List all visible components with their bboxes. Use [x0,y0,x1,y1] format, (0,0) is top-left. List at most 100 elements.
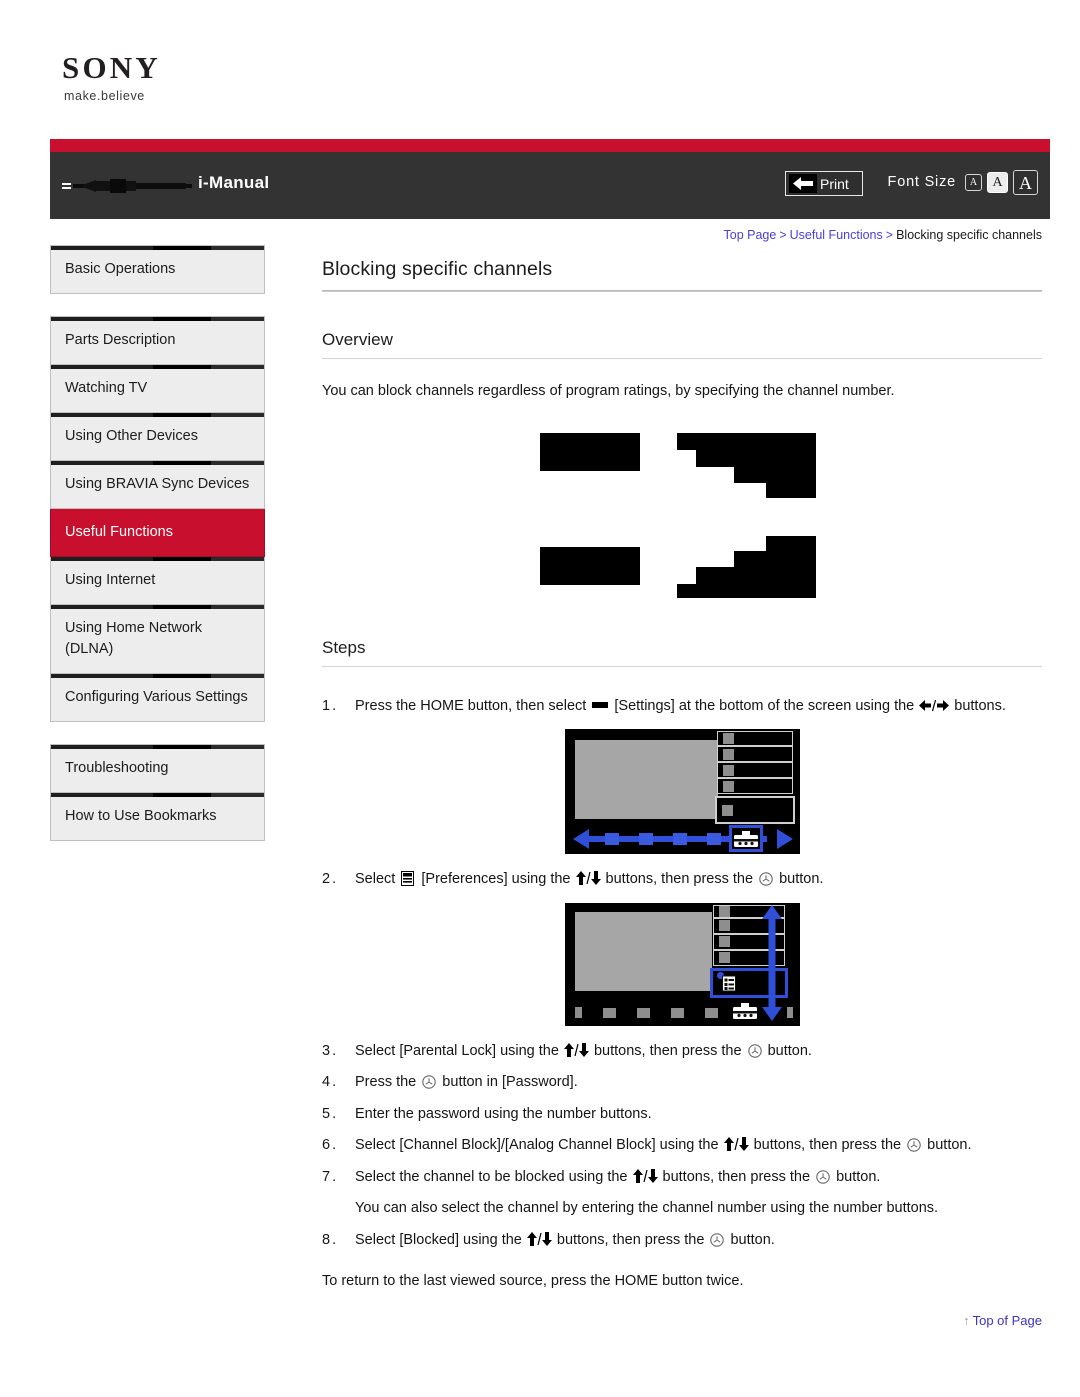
top-of-page-link[interactable]: ↑ Top of Page [963,1313,1042,1328]
print-button[interactable]: Print [785,171,863,196]
nav-cap-decoration [51,365,264,370]
sidebar-item-label: Using Internet [65,572,156,589]
redacted-block [540,546,640,585]
step-number: 1. [322,697,339,714]
step-text-fragment: [Settings] at the bottom of the screen u… [610,697,919,714]
main-content: Blocking specific channels Overview You … [322,258,1042,1289]
tv-bottom-item [670,1007,684,1018]
step-item: 3. Select [Parental Lock] using the butt… [322,1040,1042,1062]
sidebar-item-troubleshooting[interactable]: Troubleshooting [50,745,265,794]
step-number: 5. [322,1105,339,1122]
font-size-large-button[interactable]: A [1013,170,1038,195]
app-header: i-Manual Print Font Size A A A [50,152,1050,219]
tv-screen-mockup-settings [564,729,800,855]
breadcrumb-separator: > [779,228,787,242]
sidebar-item-label: Parts Description [65,332,176,349]
sidebar-item-useful-functions[interactable]: Useful Functions [50,509,265,558]
up-down-arrows-icon [723,1136,749,1152]
step-item: 2. Select [Preferences] using the button… [322,868,1042,890]
enter-button-icon [907,1137,921,1152]
sidebar-item-label: Using BRAVIA Sync Devices [65,476,250,493]
redacted-block [677,432,816,450]
app-title: i-Manual [198,173,270,192]
nav-cap-decoration [51,413,264,418]
preferences-list-icon [716,971,736,992]
nav-cap-decoration [51,605,264,610]
step-text-fragment: Select the channel to be blocked using t… [355,1168,632,1185]
sidebar-item-parts-description[interactable]: Parts Description [50,317,265,366]
up-down-arrows-icon [563,1042,589,1057]
redacted-block [540,432,640,471]
toolbox-icon [732,1002,757,1019]
sidebar-item-configuring-various-settings[interactable]: Configuring Various Settings [50,674,265,723]
step-item: 6. Select [Channel Block]/[Analog Channe… [322,1134,1042,1156]
step-text: Select [Blocked] using the buttons, then… [355,1229,1042,1251]
sidebar-item-label: Configuring Various Settings [65,689,248,706]
breadcrumb-item-useful-functions[interactable]: Useful Functions [790,228,883,242]
sidebar-item-using-internet[interactable]: Using Internet [50,557,265,606]
nav-cap-decoration [51,461,264,466]
sidebar-item-label: How to Use Bookmarks [65,808,217,825]
sony-wordmark: SONY [62,50,161,85]
tv-preview-pane [574,740,718,820]
step-text: Enter the password using the number butt… [355,1105,652,1122]
sidebar-group-2: Parts Description Watching TV Using Othe… [50,316,265,723]
enter-button-icon [816,1169,830,1184]
up-arrow-icon: ↑ [963,1313,970,1328]
closing-text: To return to the last viewed source, pre… [322,1272,744,1289]
sidebar-item-using-other-devices[interactable]: Using Other Devices [50,413,265,462]
redacted-block [734,466,816,483]
font-size-medium-button[interactable]: A [987,172,1008,193]
sidebar-item-using-home-network-dlna[interactable]: Using Home Network (DLNA) [50,605,265,675]
red-accent-bar [50,139,1050,152]
font-size-label: Font Size [887,174,956,190]
font-size-group: A A A [965,170,1038,195]
nav-cap-decoration [51,745,264,750]
print-label: Print [820,175,849,192]
sidebar-item-label: Basic Operations [65,261,176,277]
step-text-fragment: Select [355,871,400,888]
enter-button-icon [759,871,773,886]
settings-bar-icon [592,701,609,708]
tv-screen-mockup-preferences [564,902,800,1026]
sidebar-item-using-bravia-sync-devices[interactable]: Using BRAVIA Sync Devices [50,461,265,510]
sidebar-item-label: Watching TV [65,380,148,397]
step-number: 3. [322,1042,339,1059]
step-text: Select [Channel Block]/[Analog Channel B… [355,1134,1042,1156]
step-number: 7. [322,1168,339,1185]
step-text-fragment: buttons, then press the [749,1137,906,1154]
step-text-fragment: button. [923,1137,972,1154]
step-text-fragment: button. [726,1231,775,1248]
tv-bottom-item [574,1006,582,1018]
sidebar-item-how-to-use-bookmarks[interactable]: How to Use Bookmarks [50,793,265,842]
preferences-icon [401,871,415,887]
font-size-small-button[interactable]: A [965,174,982,191]
overview-illustration-redacted [322,425,1042,600]
breadcrumb-item-top-page[interactable]: Top Page [724,228,777,242]
step-text-fragment: Select [Channel Block]/[Analog Channel B… [355,1137,723,1154]
nav-cap-decoration [51,509,264,514]
step-text-fragment: button in [Password]. [438,1074,578,1091]
breadcrumb: Top Page > Useful Functions > Blocking speci… [724,228,1042,242]
breadcrumb-item-current: Blocking specific channels [896,228,1042,242]
step-item: 4. Press the button in [Password]. [322,1071,1042,1093]
step-item: 1. Press the HOME button, then select [S… [322,695,1042,717]
enter-button-icon [422,1074,437,1089]
sidebar-item-watching-tv[interactable]: Watching TV [50,365,265,414]
tv-illustration-1-wrap [322,729,1042,855]
step-number: 6. [322,1137,339,1154]
overview-heading: Overview [322,330,393,349]
redacted-block [734,550,816,567]
step-number: 8. [322,1231,339,1248]
title-divider [322,290,1042,292]
top-of-page-label: Top of Page [972,1313,1042,1328]
step-text-fragment: button. [832,1168,881,1185]
tv-list-row [716,778,793,795]
sidebar-item-basic-operations[interactable]: Basic Operations [50,246,265,295]
steps-list: 1. Press the HOME button, then select [S… [322,695,1042,1289]
sidebar-item-label: Useful Functions [65,524,173,541]
step-text: Press the button in [Password]. [355,1071,1042,1093]
sidebar-nav: Basic Operations Parts Description Watch… [50,245,265,842]
tv-bottom-item [636,1007,650,1018]
